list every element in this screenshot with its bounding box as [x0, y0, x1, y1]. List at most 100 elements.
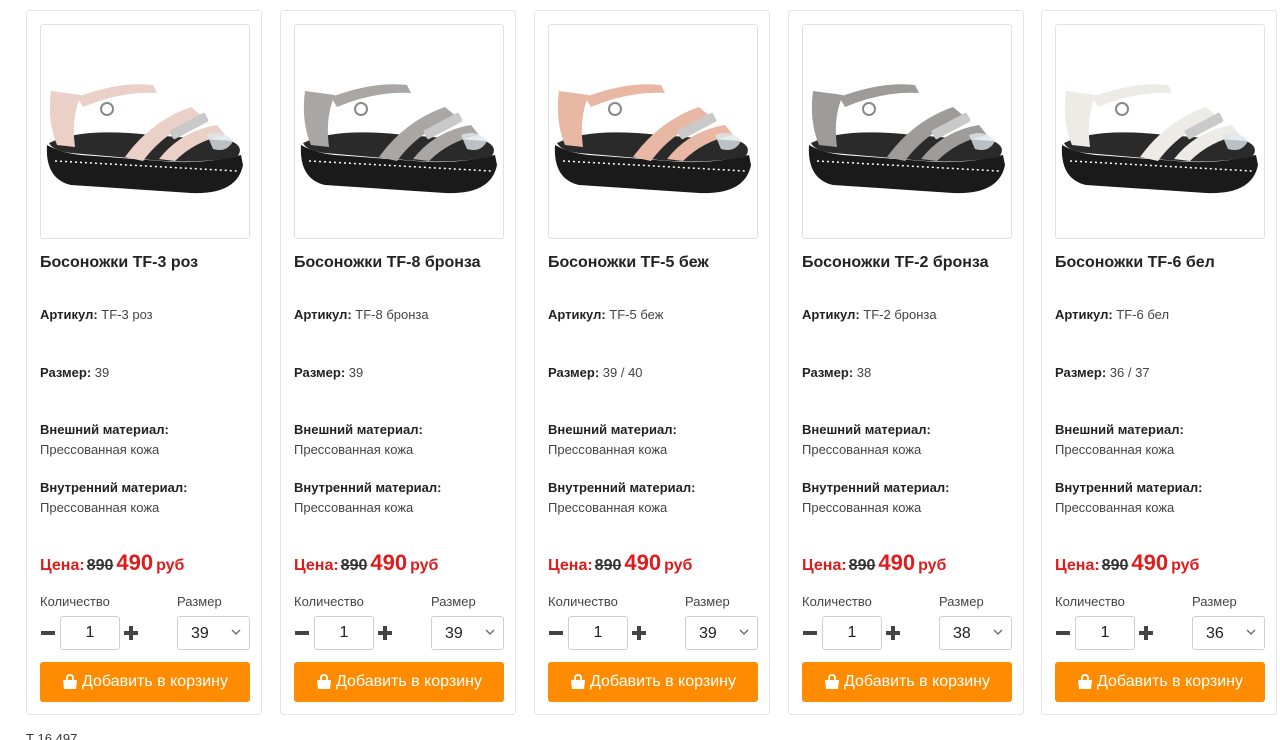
inner-material-value: Прессованная кожа: [802, 500, 922, 515]
size-value: 36 / 37: [1109, 365, 1150, 380]
size-value: 39: [348, 365, 364, 380]
price: Цена: 890 490 руб: [1055, 550, 1199, 576]
size-row: Размер: 39: [40, 365, 110, 380]
currency: руб: [1171, 557, 1200, 574]
new-price: 490: [624, 550, 662, 575]
quantity-label: Количество: [40, 594, 110, 609]
product-card: Босоножки TF-2 бронза Артикул: TF-2 брон…: [788, 10, 1024, 715]
add-to-cart-label: Добавить в корзину: [589, 673, 736, 690]
add-to-cart-button[interactable]: Добавить в корзину: [548, 662, 758, 702]
inner-material-value: Прессованная кожа: [40, 500, 160, 515]
new-price: 490: [116, 550, 154, 575]
size-select[interactable]: 38: [939, 616, 1012, 650]
product-image[interactable]: [548, 24, 758, 239]
product-image[interactable]: [1055, 24, 1265, 239]
minus-icon[interactable]: [548, 617, 564, 649]
sandal-image: [295, 61, 503, 203]
outer-material-value: Прессованная кожа: [802, 442, 922, 457]
article-value: TF-5 беж: [609, 307, 664, 322]
new-price: 490: [370, 550, 408, 575]
sandal-image: [1056, 61, 1264, 203]
article-value: TF-6 бел: [1116, 307, 1170, 322]
old-price: 890: [848, 557, 876, 574]
price: Цена: 890 490 руб: [802, 550, 946, 576]
outer-material-label: Внешний материал:: [802, 422, 931, 437]
product-title[interactable]: Босоножки TF-5 беж: [548, 254, 709, 272]
add-to-cart-button[interactable]: Добавить в корзину: [1055, 662, 1265, 702]
outer-material-label: Внешний материал:: [40, 422, 169, 437]
article-row: Артикул: TF-6 бел: [1055, 307, 1170, 322]
quantity-label: Количество: [294, 594, 364, 609]
outer-material-label: Внешний материал:: [1055, 422, 1184, 437]
plus-icon[interactable]: [631, 617, 647, 649]
outer-material-value: Прессованная кожа: [294, 442, 414, 457]
size-select-value: 38: [953, 625, 971, 642]
inner-material-label: Внутренний материал:: [802, 480, 950, 495]
sandal-image: [549, 61, 757, 203]
product-card: Босоножки TF-8 бронза Артикул: TF-8 брон…: [280, 10, 516, 715]
inner-material-label: Внутренний материал:: [548, 480, 696, 495]
add-to-cart-button[interactable]: Добавить в корзину: [40, 662, 250, 702]
quantity-input[interactable]: [568, 616, 628, 650]
currency: руб: [410, 557, 439, 574]
shopping-bag-icon: [824, 674, 839, 689]
product-image[interactable]: [802, 24, 1012, 239]
add-to-cart-button[interactable]: Добавить в корзину: [802, 662, 1012, 702]
inner-material-label: Внутренний материал:: [1055, 480, 1203, 495]
quantity-input[interactable]: [60, 616, 120, 650]
currency: руб: [156, 557, 185, 574]
add-to-cart-button[interactable]: Добавить в корзину: [294, 662, 504, 702]
article-row: Артикул: TF-8 бронза: [294, 307, 429, 322]
add-to-cart-label: Добавить в корзину: [1096, 673, 1243, 690]
chevron-down-icon: [231, 629, 241, 635]
product-title[interactable]: Босоножки TF-2 бронза: [802, 254, 989, 272]
sandal-image: [41, 61, 249, 203]
article-value: TF-2 бронза: [863, 307, 937, 322]
size-select[interactable]: 39: [431, 616, 504, 650]
plus-icon[interactable]: [123, 617, 139, 649]
size-select-label: Размер: [431, 594, 476, 609]
currency: руб: [664, 557, 693, 574]
size-select-label: Размер: [1192, 594, 1237, 609]
quantity-label: Количество: [548, 594, 618, 609]
price: Цена: 890 490 руб: [548, 550, 692, 576]
size-select[interactable]: 36: [1192, 616, 1265, 650]
quantity-input[interactable]: [1075, 616, 1135, 650]
new-price: 490: [878, 550, 916, 575]
product-title[interactable]: Босоножки TF-3 роз: [40, 254, 198, 272]
plus-icon[interactable]: [1138, 617, 1154, 649]
outer-material-value: Прессованная кожа: [1055, 442, 1175, 457]
size-select[interactable]: 39: [685, 616, 758, 650]
article-value: TF-8 бронза: [355, 307, 429, 322]
size-select[interactable]: 39: [177, 616, 250, 650]
chevron-down-icon: [1246, 629, 1256, 635]
product-grid: Босоножки TF-3 роз Артикул: TF-3 роз Раз…: [26, 10, 1277, 715]
chevron-down-icon: [739, 629, 749, 635]
plus-icon[interactable]: [885, 617, 901, 649]
quantity-label: Количество: [1055, 594, 1125, 609]
size-row: Размер: 36 / 37: [1055, 365, 1150, 380]
outer-material-value: Прессованная кожа: [40, 442, 160, 457]
product-card: Босоножки TF-6 бел Артикул: TF-6 бел Раз…: [1041, 10, 1277, 715]
size-value: 39: [94, 365, 110, 380]
size-select-value: 39: [445, 625, 463, 642]
product-title[interactable]: Босоножки TF-8 бронза: [294, 254, 481, 272]
quantity-input[interactable]: [822, 616, 882, 650]
plus-icon[interactable]: [377, 617, 393, 649]
currency: руб: [918, 557, 947, 574]
product-image[interactable]: [294, 24, 504, 239]
minus-icon[interactable]: [40, 617, 56, 649]
minus-icon[interactable]: [1055, 617, 1071, 649]
product-title[interactable]: Босоножки TF-6 бел: [1055, 254, 1215, 272]
outer-material-value: Прессованная кожа: [548, 442, 668, 457]
old-price: 890: [1101, 557, 1129, 574]
product-image[interactable]: [40, 24, 250, 239]
chevron-down-icon: [993, 629, 1003, 635]
article-row: Артикул: TF-3 роз: [40, 307, 153, 322]
inner-material-value: Прессованная кожа: [294, 500, 414, 515]
quantity-input[interactable]: [314, 616, 374, 650]
minus-icon[interactable]: [294, 617, 310, 649]
size-row: Размер: 39: [294, 365, 364, 380]
size-select-label: Размер: [177, 594, 222, 609]
minus-icon[interactable]: [802, 617, 818, 649]
